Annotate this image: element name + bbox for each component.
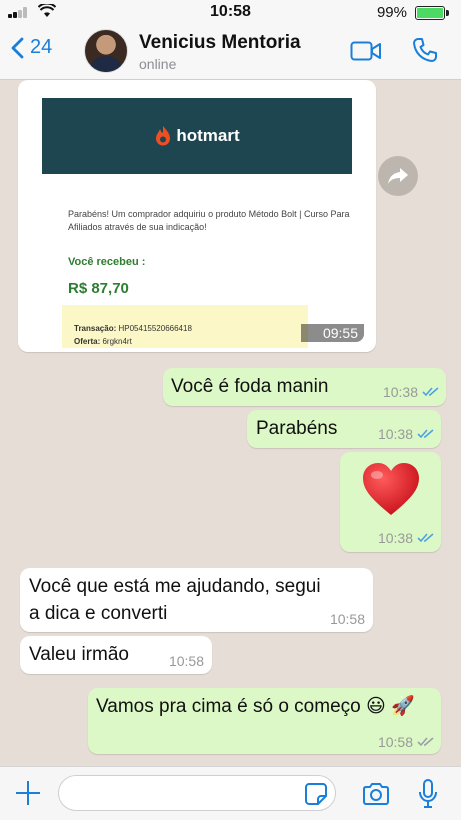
message-bubble-outgoing[interactable]: Vamos pra cima é só o começo 😃 🚀 10:58 [88,688,441,754]
received-label: Você recebeu : [68,256,146,268]
read-ticks-icon [417,533,434,543]
message-time: 10:38 [377,530,413,546]
message-meta: 10:58 [330,611,365,627]
image-timestamp: 09:55 [300,324,364,342]
status-bar: 10:58 99% [0,0,461,24]
message-text: Você que está me ajudando, segui a dica … [29,576,321,624]
message-time: 10:38 [377,426,413,442]
message-text: Você é foda manin [171,376,329,397]
message-meta: 10:38 [378,530,435,546]
transaction-label: Transação: [74,324,117,333]
message-input[interactable] [58,775,336,811]
message-text: Valeu irmão [29,644,129,665]
avatar[interactable] [84,29,128,73]
flame-icon [156,126,171,146]
chat-header: 24 Venicius Mentoria online [0,24,461,80]
message-meta: 10:58 [169,653,204,669]
battery-icon [415,6,449,20]
forward-button[interactable] [378,156,418,196]
message-meta: 10:58 [378,734,435,750]
message-bubble-outgoing[interactable]: Você é foda manin 10:38 [163,368,446,406]
video-call-icon[interactable] [350,40,382,62]
input-bar [0,766,461,820]
message-meta: 10:38 [383,384,440,400]
email-body-text: Parabéns! Um comprador adquiriu o produt… [68,209,350,232]
message-bubble-incoming[interactable]: Valeu irmão 10:58 [20,636,212,674]
message-bubble-outgoing[interactable]: 10:38 [340,452,441,552]
plus-icon[interactable] [16,781,40,805]
contact-status: online [139,56,177,72]
message-time: 10:38 [382,384,418,400]
hotmart-banner: hotmart [42,98,352,174]
phone-icon[interactable] [412,37,438,63]
offer-value: 6rgkn4rt [102,337,132,346]
image-content[interactable]: hotmart Parabéns! Um comprador adquiriu … [22,80,372,348]
contact-name[interactable]: Venicius Mentoria [139,32,301,54]
offer-label: Oferta: [74,337,101,346]
message-bubble-outgoing[interactable]: Parabéns 10:38 [247,410,441,448]
message-time: 10:58 [377,734,413,750]
read-ticks-icon [417,429,434,439]
back-chevron-icon [11,37,24,58]
transaction-row: Transação: HP05415520666418 [74,324,192,333]
message-meta: 10:38 [378,426,435,442]
chat-area[interactable]: hotmart Parabéns! Um comprador adquiriu … [0,80,461,766]
message-bubble-incoming[interactable]: Você que está me ajudando, segui a dica … [20,568,373,632]
camera-icon[interactable] [362,782,390,806]
received-amount: R$ 87,70 [68,280,129,297]
transaction-value: HP05415520666418 [118,324,192,333]
battery-percent: 99% [376,4,407,21]
back-button[interactable]: 24 [10,36,52,59]
forward-icon [388,168,408,184]
message-time: 10:58 [168,653,204,669]
delivered-ticks-icon [417,737,434,747]
image-message[interactable]: hotmart Parabéns! Um comprador adquiriu … [18,80,376,352]
hotmart-logo: hotmart [154,125,240,147]
read-ticks-icon [422,387,439,397]
hotmart-brand: hotmart [176,126,240,145]
sticker-icon[interactable] [305,783,327,805]
microphone-icon[interactable] [418,779,438,809]
unread-count: 24 [30,36,53,58]
red-heart-icon [363,463,419,515]
message-text: Parabéns [256,418,338,439]
message-text: Vamos pra cima é só o começo 😃 🚀 [96,696,415,717]
message-time: 10:58 [329,611,365,627]
offer-row: Oferta: 6rgkn4rt [74,337,132,346]
